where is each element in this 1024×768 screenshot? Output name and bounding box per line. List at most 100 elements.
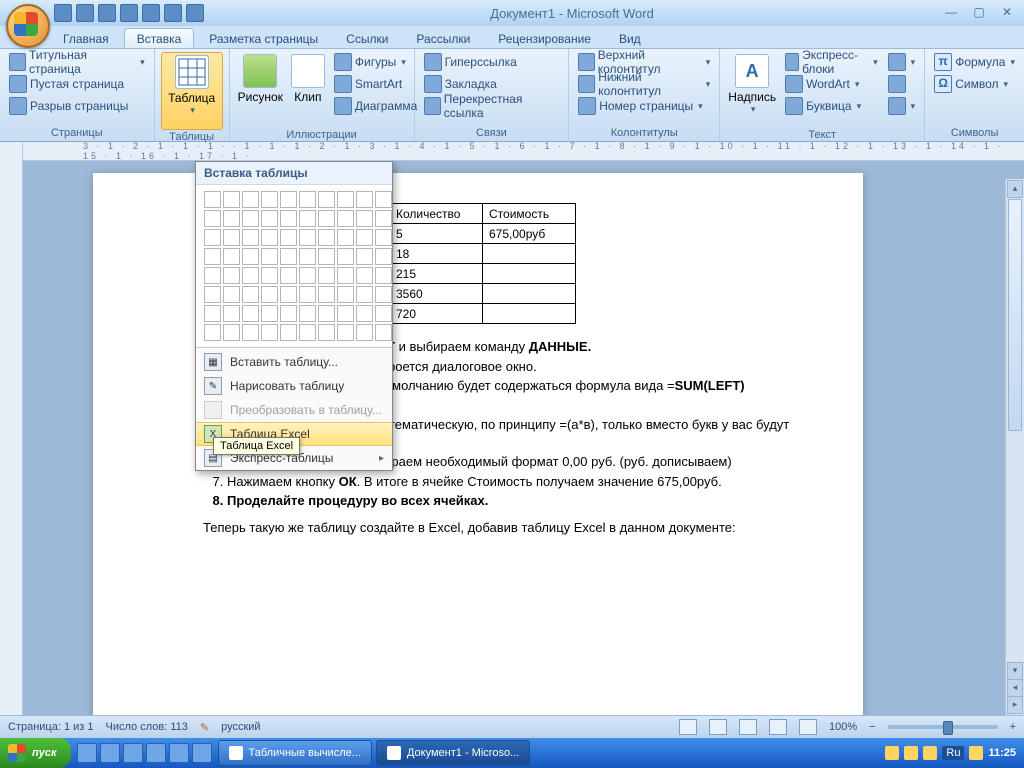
grid-cell[interactable]	[223, 267, 240, 284]
quickparts-button[interactable]: Экспресс-блоки▾	[782, 52, 881, 72]
qat-print-icon[interactable]	[120, 4, 138, 22]
clipart-button[interactable]: Клип	[289, 52, 327, 128]
grid-cell[interactable]	[280, 267, 297, 284]
zoom-slider[interactable]	[888, 725, 998, 729]
grid-cell[interactable]	[356, 191, 373, 208]
table-size-grid[interactable]	[196, 185, 392, 345]
grid-cell[interactable]	[299, 267, 316, 284]
table-button[interactable]: Таблица▾	[161, 52, 223, 130]
textbox-button[interactable]: AНадпись▾	[726, 52, 778, 128]
grid-cell[interactable]	[280, 210, 297, 227]
tray-icon[interactable]	[969, 746, 983, 760]
grid-cell[interactable]	[375, 267, 392, 284]
vertical-scrollbar[interactable]: ▴ ▾ ◂ ▸	[1005, 179, 1024, 715]
grid-cell[interactable]	[204, 210, 221, 227]
zoom-label[interactable]: 100%	[829, 721, 857, 733]
grid-cell[interactable]	[337, 229, 354, 246]
view-fullscreen-icon[interactable]	[709, 719, 727, 735]
grid-cell[interactable]	[204, 191, 221, 208]
quicklaunch-icon[interactable]	[169, 743, 189, 763]
signature-button[interactable]: ▾	[885, 52, 919, 72]
prev-page-button[interactable]: ◂	[1007, 679, 1023, 697]
grid-cell[interactable]	[242, 286, 259, 303]
grid-cell[interactable]	[375, 191, 392, 208]
draw-table-item[interactable]: ✎Нарисовать таблицу	[196, 374, 392, 398]
grid-cell[interactable]	[242, 267, 259, 284]
grid-cell[interactable]	[223, 324, 240, 341]
grid-cell[interactable]	[280, 229, 297, 246]
tab-references[interactable]: Ссылки	[333, 28, 401, 48]
dropcap-button[interactable]: Буквица▾	[782, 96, 881, 116]
grid-cell[interactable]	[223, 210, 240, 227]
grid-cell[interactable]	[356, 324, 373, 341]
grid-cell[interactable]	[356, 286, 373, 303]
grid-cell[interactable]	[261, 267, 278, 284]
grid-cell[interactable]	[204, 305, 221, 322]
grid-cell[interactable]	[261, 210, 278, 227]
grid-cell[interactable]	[299, 229, 316, 246]
qat-open-icon[interactable]	[164, 4, 182, 22]
grid-cell[interactable]	[356, 229, 373, 246]
grid-cell[interactable]	[375, 286, 392, 303]
grid-cell[interactable]	[318, 191, 335, 208]
grid-cell[interactable]	[299, 248, 316, 265]
grid-cell[interactable]	[337, 305, 354, 322]
grid-cell[interactable]	[337, 286, 354, 303]
grid-cell[interactable]	[261, 305, 278, 322]
grid-cell[interactable]	[356, 210, 373, 227]
wordart-button[interactable]: WordArt▾	[782, 74, 881, 94]
smartart-button[interactable]: SmartArt	[331, 74, 420, 94]
shapes-button[interactable]: Фигуры▾	[331, 52, 420, 72]
grid-cell[interactable]	[337, 248, 354, 265]
grid-cell[interactable]	[375, 229, 392, 246]
scroll-down-button[interactable]: ▾	[1007, 662, 1023, 680]
grid-cell[interactable]	[318, 210, 335, 227]
language-indicator[interactable]: Ru	[942, 746, 964, 760]
quicklaunch-icon[interactable]	[77, 743, 97, 763]
grid-cell[interactable]	[261, 324, 278, 341]
grid-cell[interactable]	[242, 324, 259, 341]
scroll-up-button[interactable]: ▴	[1007, 180, 1023, 198]
quicklaunch-icon[interactable]	[123, 743, 143, 763]
grid-cell[interactable]	[356, 267, 373, 284]
hyperlink-button[interactable]: Гиперссылка	[421, 52, 563, 72]
grid-cell[interactable]	[337, 210, 354, 227]
grid-cell[interactable]	[356, 305, 373, 322]
grid-cell[interactable]	[223, 248, 240, 265]
symbol-button[interactable]: ΩСимвол▾	[931, 74, 1018, 94]
zoom-out-button[interactable]: −	[869, 721, 875, 733]
grid-cell[interactable]	[242, 248, 259, 265]
grid-cell[interactable]	[280, 191, 297, 208]
view-outline-icon[interactable]	[769, 719, 787, 735]
grid-cell[interactable]	[223, 191, 240, 208]
footer-button[interactable]: Нижний колонтитул▾	[575, 74, 713, 94]
grid-cell[interactable]	[204, 229, 221, 246]
grid-cell[interactable]	[375, 248, 392, 265]
grid-cell[interactable]	[223, 286, 240, 303]
grid-cell[interactable]	[261, 229, 278, 246]
blank-page-button[interactable]: Пустая страница	[6, 74, 148, 94]
tray-icon[interactable]	[923, 746, 937, 760]
tab-review[interactable]: Рецензирование	[485, 28, 604, 48]
chart-button[interactable]: Диаграмма	[331, 96, 420, 116]
pagenumber-button[interactable]: Номер страницы▾	[575, 96, 713, 116]
close-button[interactable]: ✕	[996, 5, 1018, 21]
tray-icon[interactable]	[904, 746, 918, 760]
grid-cell[interactable]	[204, 286, 221, 303]
qat-undo-icon[interactable]	[76, 4, 94, 22]
grid-cell[interactable]	[242, 229, 259, 246]
tray-icon[interactable]	[885, 746, 899, 760]
grid-cell[interactable]	[375, 305, 392, 322]
grid-cell[interactable]	[318, 286, 335, 303]
quicklaunch-icon[interactable]	[192, 743, 212, 763]
grid-cell[interactable]	[280, 248, 297, 265]
tab-view[interactable]: Вид	[606, 28, 654, 48]
datetime-button[interactable]	[885, 74, 919, 94]
grid-cell[interactable]	[318, 248, 335, 265]
grid-cell[interactable]	[337, 191, 354, 208]
tab-insert[interactable]: Вставка	[124, 28, 195, 48]
grid-cell[interactable]	[318, 267, 335, 284]
grid-cell[interactable]	[204, 324, 221, 341]
object-button[interactable]: ▾	[885, 96, 919, 116]
quicklaunch-icon[interactable]	[100, 743, 120, 763]
